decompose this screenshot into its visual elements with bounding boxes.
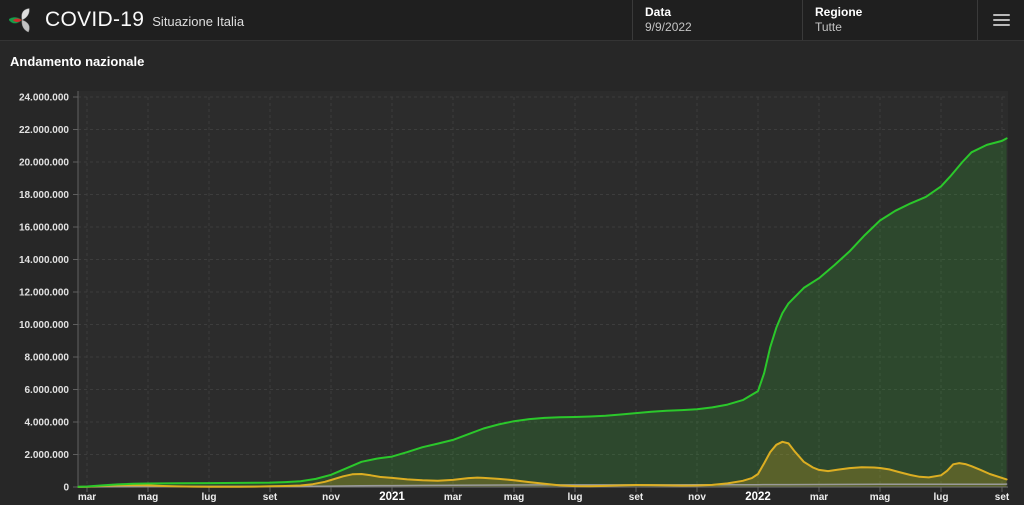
y-axis-tick-label: 24.000.000	[19, 93, 69, 104]
x-axis-tick-label: 2021	[379, 491, 405, 503]
x-axis-tick-label: lug	[202, 492, 217, 503]
y-axis-tick-label: 22.000.000	[19, 125, 69, 136]
x-axis-tick-label: mag	[504, 492, 525, 503]
x-axis-tick-label: set	[995, 492, 1010, 503]
y-axis-tick-label: 16.000.000	[19, 223, 69, 234]
x-axis-tick-label: lug	[568, 492, 583, 503]
app-brand: COVID-19 Situazione Italia	[0, 0, 632, 40]
app-header: COVID-19 Situazione Italia Data 9/9/2022…	[0, 0, 1024, 41]
y-axis-tick-label: 10.000.000	[19, 320, 69, 331]
y-axis-tick-label: 8.000.000	[25, 353, 70, 364]
x-axis-tick-label: lug	[934, 492, 949, 503]
date-filter-value: 9/9/2022	[645, 20, 692, 34]
x-axis-tick-label: 2022	[745, 491, 771, 503]
x-axis-tick-label: mar	[78, 492, 96, 503]
y-axis-tick-label: 14.000.000	[19, 255, 69, 266]
y-axis-tick-label: 4.000.000	[25, 418, 70, 429]
app-subtitle: Situazione Italia	[152, 14, 245, 29]
region-filter-value: Tutte	[815, 20, 842, 34]
region-filter-label: Regione	[815, 5, 863, 19]
x-axis-tick-label: mar	[810, 492, 828, 503]
hamburger-menu-icon[interactable]	[977, 0, 1024, 40]
app-title-group: COVID-19 Situazione Italia	[45, 8, 244, 32]
date-filter[interactable]: Data 9/9/2022	[632, 0, 802, 40]
x-axis-tick-label: mar	[444, 492, 462, 503]
y-axis-tick-label: 2.000.000	[25, 450, 70, 461]
y-axis-tick-label: 20.000.000	[19, 158, 69, 169]
x-axis-tick-label: nov	[322, 492, 340, 503]
y-axis-tick-label: 0	[63, 483, 69, 494]
y-axis-tick-label: 6.000.000	[25, 385, 70, 396]
x-axis-tick-label: nov	[688, 492, 706, 503]
y-axis-tick-label: 18.000.000	[19, 190, 69, 201]
x-axis-tick-label: set	[629, 492, 644, 503]
x-axis-tick-label: mag	[138, 492, 159, 503]
app-title: COVID-19	[45, 8, 145, 31]
y-axis-tick-label: 12.000.000	[19, 288, 69, 299]
national-trend-chart[interactable]: mar mag lug set nov 2021 mar mag lug set nov 2022 ma…	[0, 41, 1024, 505]
date-filter-label: Data	[645, 5, 672, 19]
region-filter[interactable]: Regione Tutte	[802, 0, 977, 40]
protezione-civile-logo-icon	[9, 8, 30, 33]
national-trend-panel: Andamento nazionale mar mag lug set nov 2021 m…	[0, 41, 1024, 505]
x-axis-tick-label: set	[263, 492, 278, 503]
x-axis-tick-label: mag	[870, 492, 891, 503]
